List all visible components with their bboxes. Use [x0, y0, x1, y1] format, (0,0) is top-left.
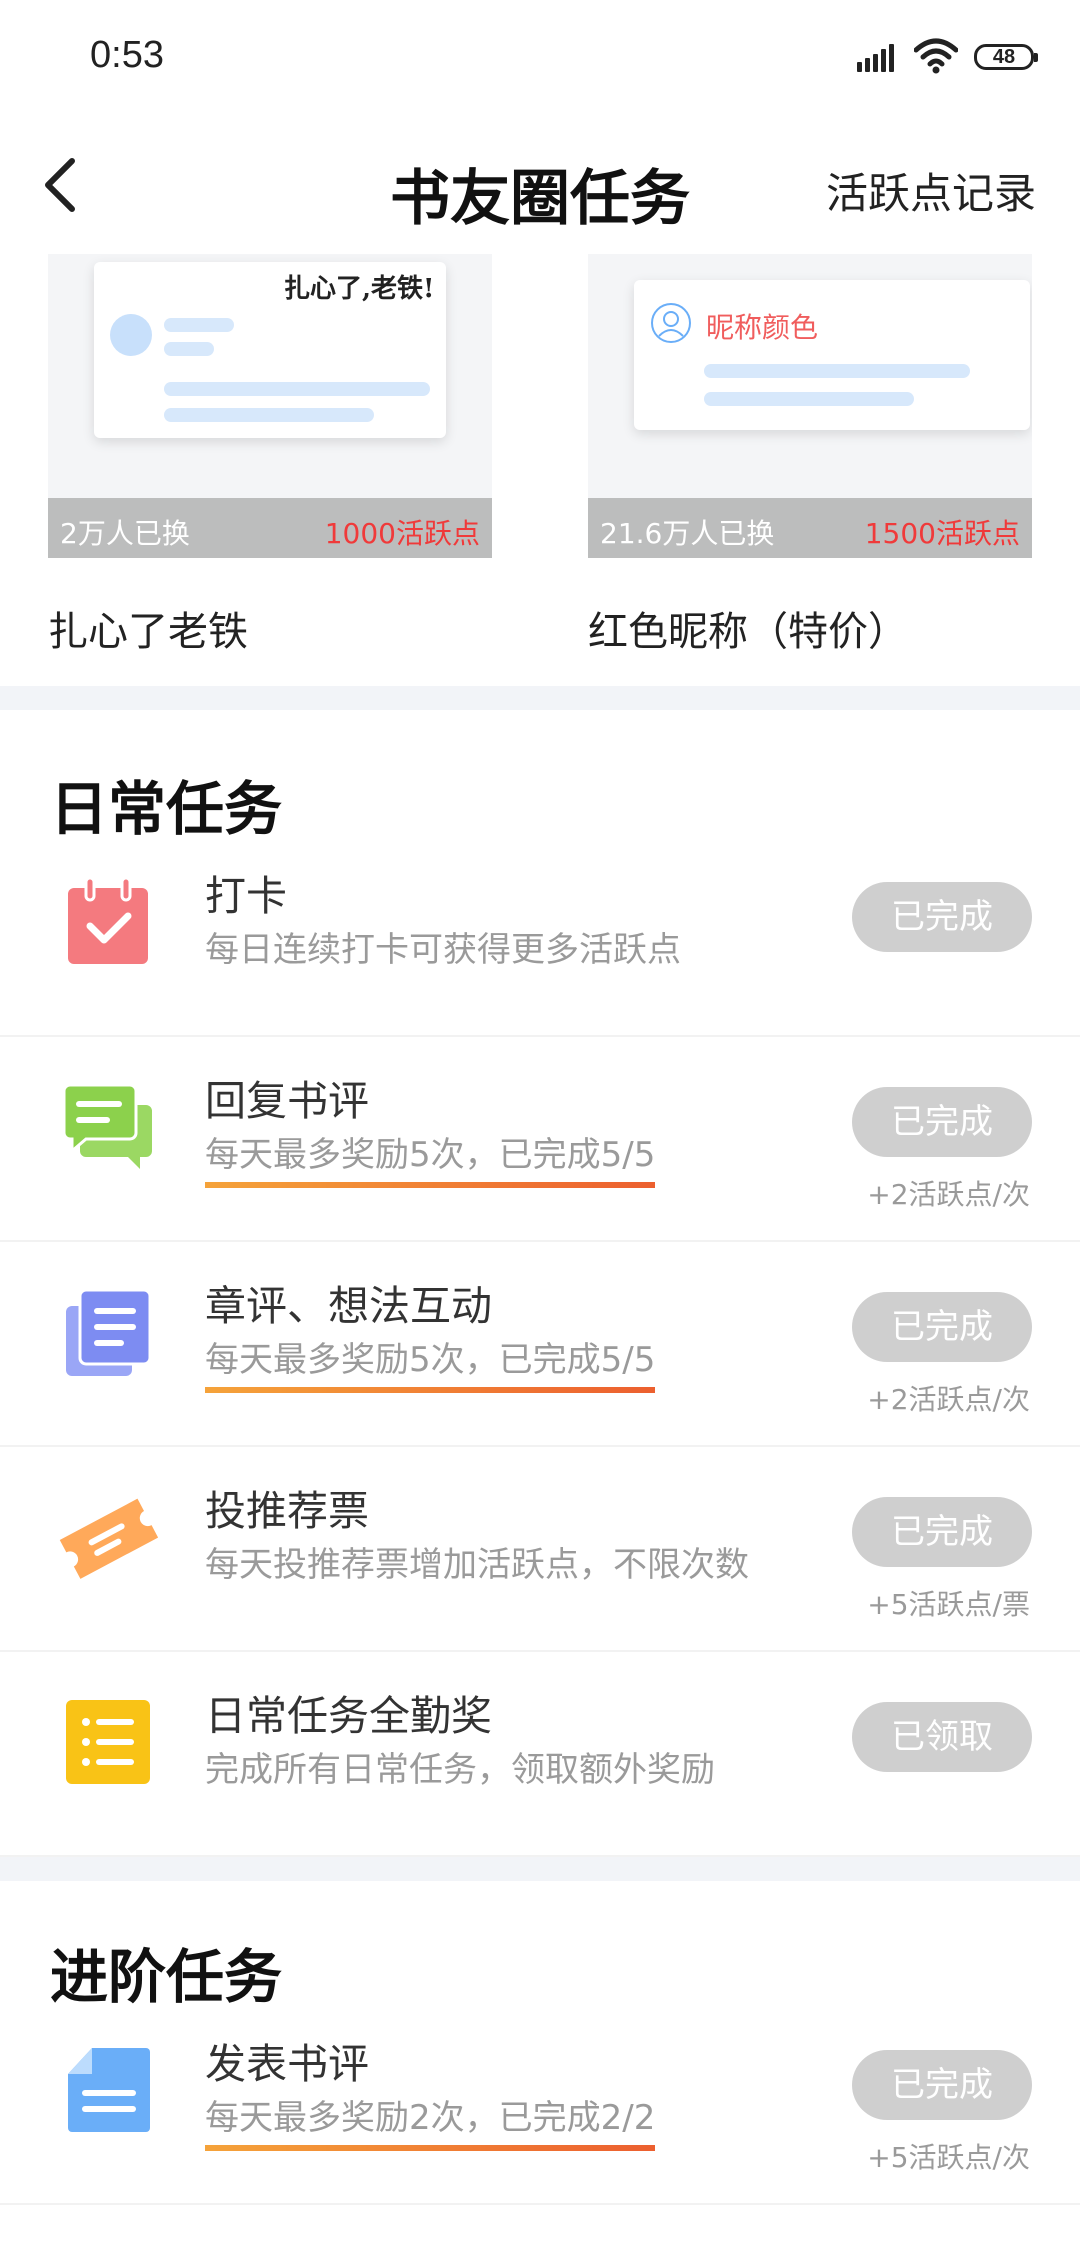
- task-title: 回复书评: [205, 1077, 369, 1125]
- card-thumbnail: 昵称颜色 21.6万人已换 1500活跃点: [588, 254, 1032, 558]
- signal-icon: [857, 42, 901, 72]
- reward-card[interactable]: 昵称颜色 21.6万人已换 1500活跃点 红色昵称（特价）: [588, 254, 1032, 655]
- task-row-chapter-comment: 章评、想法互动 每天最多奖励5次，已完成5/5 已完成 +2活跃点/次: [0, 1242, 1080, 1447]
- task-desc: 每日连续打卡可获得更多活跃点: [205, 930, 681, 970]
- avatar-placeholder: [110, 314, 152, 356]
- task-row-post-review: 发表书评 每天最多奖励2次，已完成2/2 已完成 +5活跃点/次: [0, 2000, 1080, 2205]
- section-divider: [0, 686, 1080, 710]
- chat-bubbles-icon: [62, 1083, 152, 1169]
- ticket-icon: [59, 1498, 158, 1579]
- task-status-button[interactable]: 已完成: [852, 2050, 1032, 2120]
- preview-mock: 昵称颜色: [634, 280, 1030, 430]
- task-row-reply-review: 回复书评 每天最多奖励5次，已完成5/5 已完成 +2活跃点/次: [0, 1037, 1080, 1242]
- activity-record-link[interactable]: 活跃点记录: [826, 160, 1036, 221]
- task-status-button[interactable]: 已完成: [852, 1292, 1032, 1362]
- task-bonus: +5活跃点/票: [867, 1588, 1030, 1621]
- exchange-count: 21.6万人已换: [600, 517, 775, 550]
- wifi-icon: [914, 38, 958, 74]
- preview-text: 昵称颜色: [706, 311, 819, 344]
- section-divider: [0, 1857, 1080, 1881]
- exchange-count: 2万人已换: [60, 517, 190, 550]
- reward-card[interactable]: 扎心了,老铁! 2万人已换 1000活跃点 扎心了老铁: [48, 254, 492, 655]
- task-title: 打卡: [205, 872, 287, 920]
- task-status-button[interactable]: 已完成: [852, 1087, 1032, 1157]
- task-progress-desc: 每天最多奖励5次，已完成5/5: [205, 1127, 656, 1188]
- card-name: 红色昵称（特价）: [588, 609, 908, 655]
- card-price: 1500活跃点: [864, 517, 1020, 550]
- card-price: 1000活跃点: [324, 517, 480, 550]
- reward-cards: 扎心了,老铁! 2万人已换 1000活跃点 扎心了老铁 昵称颜色 21.6万人已…: [0, 250, 1080, 686]
- task-progress-desc: 每天最多奖励5次，已完成5/5: [205, 1332, 656, 1393]
- battery-indicator: 48: [974, 44, 1038, 70]
- task-progress-desc: 每天最多奖励2次，已完成2/2: [205, 2090, 656, 2151]
- task-bonus: +2活跃点/次: [867, 1178, 1030, 1211]
- card-thumbnail: 扎心了,老铁! 2万人已换 1000活跃点: [48, 254, 492, 558]
- task-bonus: +5活跃点/次: [867, 2141, 1030, 2174]
- task-status-button[interactable]: 已领取: [852, 1702, 1032, 1772]
- task-row-checkin: 打卡 每日连续打卡可获得更多活跃点 已完成: [0, 832, 1080, 1037]
- preview-mock: 扎心了,老铁!: [94, 262, 446, 438]
- card-info-bar: 2万人已换 1000活跃点: [48, 498, 492, 558]
- task-row-vote: 投推荐票 每天投推荐票增加活跃点，不限次数 已完成 +5活跃点/票: [0, 1447, 1080, 1652]
- task-title: 日常任务全勤奖: [205, 1692, 492, 1740]
- task-status-button[interactable]: 已完成: [852, 882, 1032, 952]
- task-status-button[interactable]: 已完成: [852, 1497, 1032, 1567]
- status-bar: 0:53 48: [0, 0, 1080, 120]
- task-desc: 每天投推荐票增加活跃点，不限次数: [205, 1545, 749, 1585]
- nav-bar: 书友圈任务 活跃点记录: [0, 120, 1080, 250]
- task-desc: 完成所有日常任务，领取额外奖励: [205, 1750, 715, 1790]
- document-icon: [68, 2048, 150, 2132]
- task-title: 章评、想法互动: [205, 1282, 492, 1330]
- stacked-docs-icon: [66, 1288, 152, 1376]
- task-bonus: +2活跃点/次: [867, 1383, 1030, 1416]
- list-icon: [66, 1700, 150, 1784]
- task-title: 发表书评: [205, 2040, 369, 2088]
- card-info-bar: 21.6万人已换 1500活跃点: [588, 498, 1032, 558]
- card-name: 扎心了老铁: [48, 609, 248, 655]
- user-icon: [651, 303, 691, 343]
- task-title: 投推荐票: [205, 1487, 369, 1535]
- task-row-attendance: 日常任务全勤奖 完成所有日常任务，领取额外奖励 已领取: [0, 1652, 1080, 1857]
- calendar-check-icon: [68, 876, 148, 964]
- preview-text: 扎心了,老铁!: [284, 274, 435, 304]
- status-time: 0:53: [90, 34, 164, 76]
